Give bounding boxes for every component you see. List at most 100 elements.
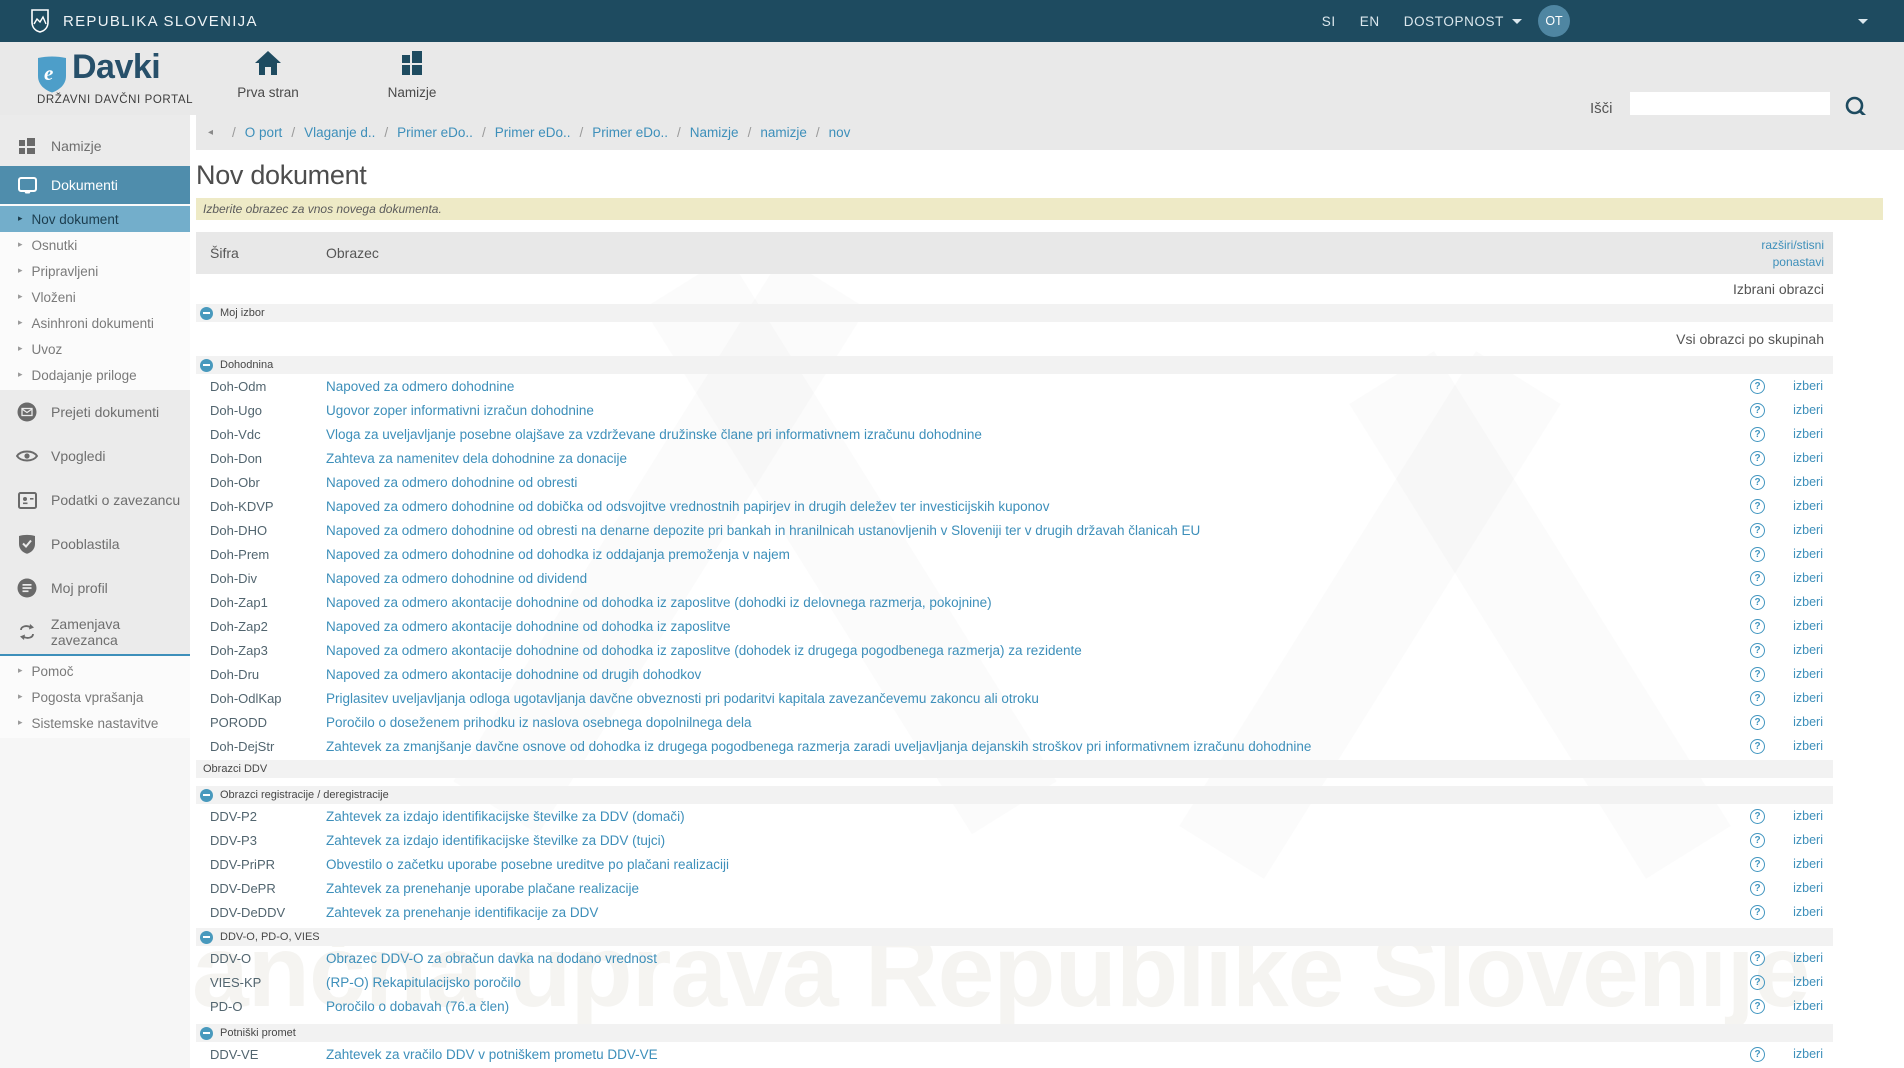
nav-prva-stran[interactable]: Prva stran <box>223 50 313 100</box>
form-title-link[interactable]: Napoved za odmero akontacije dohodnine o… <box>326 667 1750 682</box>
select-form-link[interactable]: izberi <box>1787 595 1823 609</box>
breadcrumb-link[interactable]: Vlaganje d.. <box>304 125 375 140</box>
sidebar-subitem-vlo-eni[interactable]: ▸Vloženi <box>0 284 190 310</box>
help-icon[interactable]: ? <box>1750 999 1765 1014</box>
breadcrumb-link[interactable]: nov <box>829 125 851 140</box>
sidebar-item-prejeti-dokumenti[interactable]: Prejeti dokumenti <box>0 390 190 434</box>
form-title-link[interactable]: Napoved za odmero dohodnine od obresti <box>326 475 1750 490</box>
expand-collapse-link[interactable]: razširi/stisni <box>1761 238 1824 252</box>
sidebar-item-zamenjava-zavezanca[interactable]: Zamenjava zavezanca <box>0 610 190 654</box>
collapse-minus-icon[interactable] <box>200 789 213 802</box>
help-icon[interactable]: ? <box>1750 1047 1765 1062</box>
breadcrumb-link[interactable]: Primer eDo.. <box>495 125 571 140</box>
select-form-link[interactable]: izberi <box>1787 523 1823 537</box>
form-title-link[interactable]: Napoved za odmero dohodnine od dohodka i… <box>326 547 1750 562</box>
select-form-link[interactable]: izberi <box>1787 691 1823 705</box>
sidebar-subitem-osnutki[interactable]: ▸Osnutki <box>0 232 190 258</box>
help-icon[interactable]: ? <box>1750 475 1765 490</box>
help-icon[interactable]: ? <box>1750 739 1765 754</box>
accessibility-menu[interactable]: DOSTOPNOST <box>1404 14 1504 29</box>
help-icon[interactable]: ? <box>1750 379 1765 394</box>
form-title-link[interactable]: Zahteva za namenitev dela dohodnine za d… <box>326 451 1750 466</box>
sidebar-subitem-sistemske-nastavitve[interactable]: ▸Sistemske nastavitve <box>0 710 190 736</box>
collapse-minus-icon[interactable] <box>200 307 213 320</box>
breadcrumb-link[interactable]: Primer eDo.. <box>397 125 473 140</box>
select-form-link[interactable]: izberi <box>1787 739 1823 753</box>
help-icon[interactable]: ? <box>1750 881 1765 896</box>
form-title-link[interactable]: Zahtevek za prenehanje identifikacije za… <box>326 905 1750 920</box>
form-title-link[interactable]: Napoved za odmero dohodnine od obresti n… <box>326 523 1750 538</box>
select-form-link[interactable]: izberi <box>1787 833 1823 847</box>
help-icon[interactable]: ? <box>1750 571 1765 586</box>
lang-en-link[interactable]: EN <box>1360 14 1380 29</box>
breadcrumb-link[interactable]: Primer eDo.. <box>592 125 668 140</box>
collapse-minus-icon[interactable] <box>200 359 213 372</box>
form-title-link[interactable]: Ugovor zoper informativni izračun dohodn… <box>326 403 1750 418</box>
sidebar-subitem-pogosta-vpra-anja[interactable]: ▸Pogosta vprašanja <box>0 684 190 710</box>
form-title-link[interactable]: Napoved za odmero dohodnine <box>326 379 1750 394</box>
group-header-moj-izbor[interactable]: Moj izbor <box>196 304 1833 322</box>
davki-logo-text[interactable]: Davki <box>72 48 160 87</box>
help-icon[interactable]: ? <box>1750 667 1765 682</box>
select-form-link[interactable]: izberi <box>1787 999 1823 1013</box>
help-icon[interactable]: ? <box>1750 905 1765 920</box>
select-form-link[interactable]: izberi <box>1787 857 1823 871</box>
form-title-link[interactable]: Priglasitev uveljavljanja odloga ugotavl… <box>326 691 1750 706</box>
group-header-obrazci-registracije-deregistracije[interactable]: Obrazci registracije / deregistracije <box>196 786 1833 804</box>
select-form-link[interactable]: izberi <box>1787 951 1823 965</box>
form-title-link[interactable]: Zahtevek za vračilo DDV v potniškem prom… <box>326 1047 1750 1062</box>
help-icon[interactable]: ? <box>1750 547 1765 562</box>
select-form-link[interactable]: izberi <box>1787 451 1823 465</box>
help-icon[interactable]: ? <box>1750 951 1765 966</box>
user-avatar[interactable]: OT <box>1538 5 1570 37</box>
select-form-link[interactable]: izberi <box>1787 715 1823 729</box>
help-icon[interactable]: ? <box>1750 691 1765 706</box>
breadcrumb-back-icon[interactable]: ◂ <box>208 127 213 138</box>
sidebar-item-podatki-o-zavezancu[interactable]: Podatki o zavezancu <box>0 478 190 522</box>
lang-si-link[interactable]: SI <box>1322 14 1336 29</box>
sidebar-item-namizje[interactable]: Namizje <box>0 126 190 166</box>
form-title-link[interactable]: Napoved za odmero akontacije dohodnine o… <box>326 619 1750 634</box>
sidebar-subitem-asinhroni-dokumenti[interactable]: ▸Asinhroni dokumenti <box>0 310 190 336</box>
help-icon[interactable]: ? <box>1750 857 1765 872</box>
sidebar-item-dokumenti[interactable]: Dokumenti <box>0 166 190 204</box>
help-icon[interactable]: ? <box>1750 595 1765 610</box>
help-icon[interactable]: ? <box>1750 809 1765 824</box>
help-icon[interactable]: ? <box>1750 451 1765 466</box>
breadcrumb-link[interactable]: Namizje <box>690 125 739 140</box>
help-icon[interactable]: ? <box>1750 427 1765 442</box>
group-header-dohodnina[interactable]: Dohodnina <box>196 356 1833 374</box>
sidebar-item-vpogledi[interactable]: Vpogledi <box>0 434 190 478</box>
select-form-link[interactable]: izberi <box>1787 619 1823 633</box>
help-icon[interactable]: ? <box>1750 975 1765 990</box>
form-title-link[interactable]: (RP-O) Rekapitulacijsko poročilo <box>326 975 1750 990</box>
select-form-link[interactable]: izberi <box>1787 547 1823 561</box>
select-form-link[interactable]: izberi <box>1787 499 1823 513</box>
select-form-link[interactable]: izberi <box>1787 1047 1823 1061</box>
sidebar-subitem-nov-dokument[interactable]: ▸Nov dokument <box>0 206 190 232</box>
select-form-link[interactable]: izberi <box>1787 427 1823 441</box>
sidebar-subitem-dodajanje-priloge[interactable]: ▸Dodajanje priloge <box>0 362 190 388</box>
help-icon[interactable]: ? <box>1750 523 1765 538</box>
form-title-link[interactable]: Zahtevek za zmanjšanje davčne osnove od … <box>326 739 1750 754</box>
help-icon[interactable]: ? <box>1750 715 1765 730</box>
form-title-link[interactable]: Obrazec DDV-O za obračun davka na dodano… <box>326 951 1750 966</box>
form-title-link[interactable]: Napoved za odmero akontacije dohodnine o… <box>326 643 1750 658</box>
nav-namizje[interactable]: Namizje <box>367 50 457 100</box>
select-form-link[interactable]: izberi <box>1787 475 1823 489</box>
form-title-link[interactable]: Napoved za odmero akontacije dohodnine o… <box>326 595 1750 610</box>
select-form-link[interactable]: izberi <box>1787 379 1823 393</box>
form-title-link[interactable]: Zahtevek za prenehanje uporabe plačane r… <box>326 881 1750 896</box>
help-icon[interactable]: ? <box>1750 403 1765 418</box>
form-title-link[interactable]: Poročilo o doseženem prihodku iz naslova… <box>326 715 1750 730</box>
sidebar-item-moj-profil[interactable]: Moj profil <box>0 566 190 610</box>
help-icon[interactable]: ? <box>1750 619 1765 634</box>
select-form-link[interactable]: izberi <box>1787 667 1823 681</box>
select-form-link[interactable]: izberi <box>1787 905 1823 919</box>
sidebar-item-pooblastila[interactable]: Pooblastila <box>0 522 190 566</box>
group-header-potni-ki-promet[interactable]: Potniški promet <box>196 1024 1833 1042</box>
form-title-link[interactable]: Zahtevek za izdajo identifikacijske štev… <box>326 809 1750 824</box>
select-form-link[interactable]: izberi <box>1787 975 1823 989</box>
sidebar-subitem-uvoz[interactable]: ▸Uvoz <box>0 336 190 362</box>
collapse-minus-icon[interactable] <box>200 931 213 944</box>
